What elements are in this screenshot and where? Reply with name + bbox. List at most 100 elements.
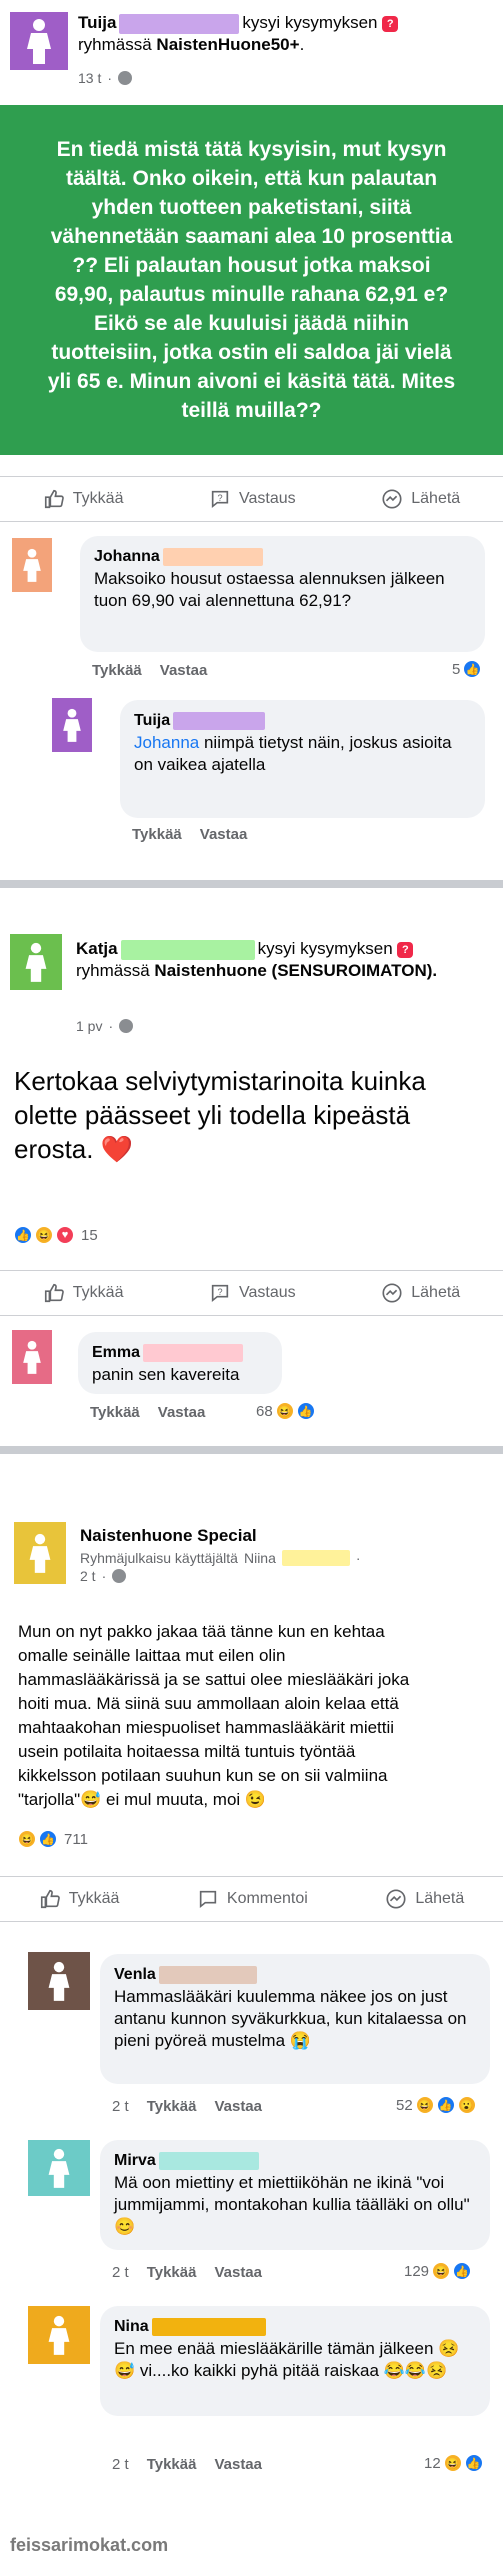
comment-text: Hammaslääkäri kuulemma näkee jos on just…: [114, 1987, 467, 2050]
person-icon: [63, 708, 81, 742]
group-name[interactable]: Naistenhuone Special: [80, 1526, 490, 1546]
globe-icon: [119, 1019, 134, 1033]
commenter-avatar[interactable]: [52, 698, 92, 752]
comment-actions: 2 t Tykkää Vastaa: [112, 2098, 262, 2115]
haha-reaction-icon: 😆: [415, 2096, 434, 2114]
author-avatar[interactable]: [10, 934, 62, 990]
reply-like-button[interactable]: Tykkää: [132, 826, 182, 843]
comment-time[interactable]: 2 t: [112, 2098, 129, 2115]
commenter-avatar[interactable]: [12, 1330, 52, 1384]
comment-like-button[interactable]: Tykkää: [147, 2456, 197, 2473]
comment-reactions[interactable]: 12 😆 👍: [424, 2454, 483, 2472]
comment-reactions[interactable]: 129 😆 👍: [404, 2262, 472, 2280]
commenter-name[interactable]: Mirva: [114, 2150, 156, 2172]
svg-text:?: ?: [218, 1287, 223, 1297]
like-reaction-icon: 👍: [436, 2096, 455, 2114]
messenger-icon: [382, 1283, 402, 1303]
post-reactions[interactable]: 👍 😆 ♥ 15: [14, 1226, 98, 1244]
post-reactions[interactable]: 😆 👍 711: [18, 1830, 88, 1848]
comment-header: Emma: [92, 1342, 268, 1364]
commenter-name[interactable]: Nina: [114, 2316, 149, 2338]
like-reaction-icon: 👍: [39, 1830, 57, 1848]
author-name[interactable]: Tuija: [78, 13, 116, 32]
comment-label: Kommentoi: [226, 1890, 308, 1907]
like-label: Tykkää: [72, 490, 124, 507]
like-button[interactable]: Tykkää: [39, 1888, 119, 1910]
thumbs-up-icon: [44, 1283, 64, 1303]
group-prefix: ryhmässä: [78, 35, 152, 54]
globe-icon: [112, 1569, 127, 1583]
post-time[interactable]: 2 t: [80, 1568, 96, 1584]
send-button[interactable]: Lähetä: [385, 1888, 464, 1910]
wow-reaction-icon: 😮: [457, 2096, 476, 2114]
author-avatar[interactable]: [10, 12, 68, 70]
commenter-avatar[interactable]: [12, 538, 52, 592]
post-body: Kertokaa selviytymistarinoita kuinka ole…: [14, 1066, 426, 1164]
comment-time[interactable]: 2 t: [112, 2456, 129, 2473]
action-text: kysyi kysymyksen: [257, 939, 393, 958]
comment-reactions[interactable]: 52 😆 👍 😮: [396, 2096, 476, 2114]
comment-reply-button[interactable]: Vastaa: [158, 1404, 206, 1421]
person-icon: [48, 2148, 70, 2188]
comment-header: Mirva: [114, 2150, 476, 2172]
comment-like-button[interactable]: Tykkää: [92, 662, 142, 679]
commenter-name[interactable]: Tuija: [134, 710, 170, 732]
post-header: Naistenhuone Special Ryhmäjulkaisu käytt…: [80, 1526, 490, 1584]
comment-like-button[interactable]: Tykkää: [147, 2264, 197, 2281]
comment-reply-button[interactable]: Vastaa: [214, 2264, 262, 2281]
group-name[interactable]: Naistenhuone (SENSUROIMATON).: [154, 961, 437, 980]
comment-reply-button[interactable]: Vastaa: [214, 2456, 262, 2473]
person-icon: [29, 1533, 51, 1573]
comment-text: Maksoiko housut ostaessa alennuksen jälk…: [94, 569, 445, 610]
comment-reply-button[interactable]: Vastaa: [160, 662, 208, 679]
commenter-name[interactable]: Emma: [92, 1342, 140, 1364]
reply-bubble: Tuija Johanna niimpä tietyst näin, josku…: [120, 700, 485, 818]
commenter-name[interactable]: Johanna: [94, 546, 160, 568]
post-separator: [0, 1446, 503, 1454]
post-body-text: En tiedä mistä tätä kysyisin, mut kysyn …: [47, 138, 456, 422]
reaction-count: 15: [81, 1226, 98, 1244]
haha-reaction-icon: 😆: [35, 1226, 53, 1244]
group-name[interactable]: NaistenHuone50+: [156, 35, 299, 54]
post-action-bar: Tykkää ? Vastaus Lähetä: [0, 1270, 503, 1316]
author-name[interactable]: Katja: [76, 939, 118, 958]
person-icon: [27, 19, 51, 64]
like-button[interactable]: Tykkää: [43, 1282, 124, 1304]
comment-reply-button[interactable]: Vastaa: [214, 2098, 262, 2115]
send-button[interactable]: Lähetä: [381, 1282, 460, 1304]
comment-header: Venla: [114, 1964, 476, 1986]
haha-reaction-icon: 😆: [432, 2262, 451, 2280]
comment-reactions[interactable]: 68 😆 👍: [256, 1402, 315, 1420]
commenter-avatar[interactable]: [28, 2306, 90, 2364]
answer-label: Vastaus: [239, 490, 296, 507]
reaction-count: 5: [452, 660, 461, 678]
haha-reaction-icon: 😆: [443, 2454, 462, 2472]
like-reaction-icon: 👍: [453, 2262, 472, 2280]
comment-time[interactable]: 2 t: [112, 2264, 129, 2281]
comment-reactions[interactable]: 5 👍: [452, 660, 482, 678]
comment-text: Mä oon miettiny et miettiiköhän ne ikinä…: [114, 2173, 470, 2236]
comment-like-button[interactable]: Tykkää: [147, 2098, 197, 2115]
comment-actions: 2 t Tykkää Vastaa: [112, 2456, 262, 2473]
post-3: Naistenhuone Special Ryhmäjulkaisu käytt…: [0, 1454, 503, 2560]
comment-like-button[interactable]: Tykkää: [90, 1404, 140, 1421]
answer-button[interactable]: ? Vastaus: [209, 1282, 296, 1304]
group-prefix: ryhmässä: [76, 961, 150, 980]
commenter-avatar[interactable]: [28, 2140, 90, 2196]
commenter-avatar[interactable]: [28, 1952, 90, 2010]
commenter-name[interactable]: Venla: [114, 1964, 156, 1986]
like-label: Tykkää: [72, 1284, 124, 1301]
reply-reply-button[interactable]: Vastaa: [200, 826, 248, 843]
post-time[interactable]: 1 pv: [76, 1018, 102, 1034]
post-time[interactable]: 13 t: [78, 70, 101, 86]
group-avatar[interactable]: [14, 1522, 66, 1584]
sub-author-name[interactable]: Niina: [244, 1550, 276, 1566]
mention-link[interactable]: Johanna: [134, 733, 199, 752]
answer-button[interactable]: ? Vastaus: [209, 488, 296, 510]
watermark: feissarimokat.com: [10, 2535, 169, 2555]
comment-button[interactable]: Kommentoi: [197, 1888, 308, 1910]
post-subheader: Ryhmäjulkaisu käyttäjältä Niina ·: [80, 1550, 361, 1566]
send-button[interactable]: Lähetä: [381, 488, 460, 510]
like-button[interactable]: Tykkää: [43, 488, 124, 510]
question-bubble-icon: ?: [211, 490, 229, 509]
